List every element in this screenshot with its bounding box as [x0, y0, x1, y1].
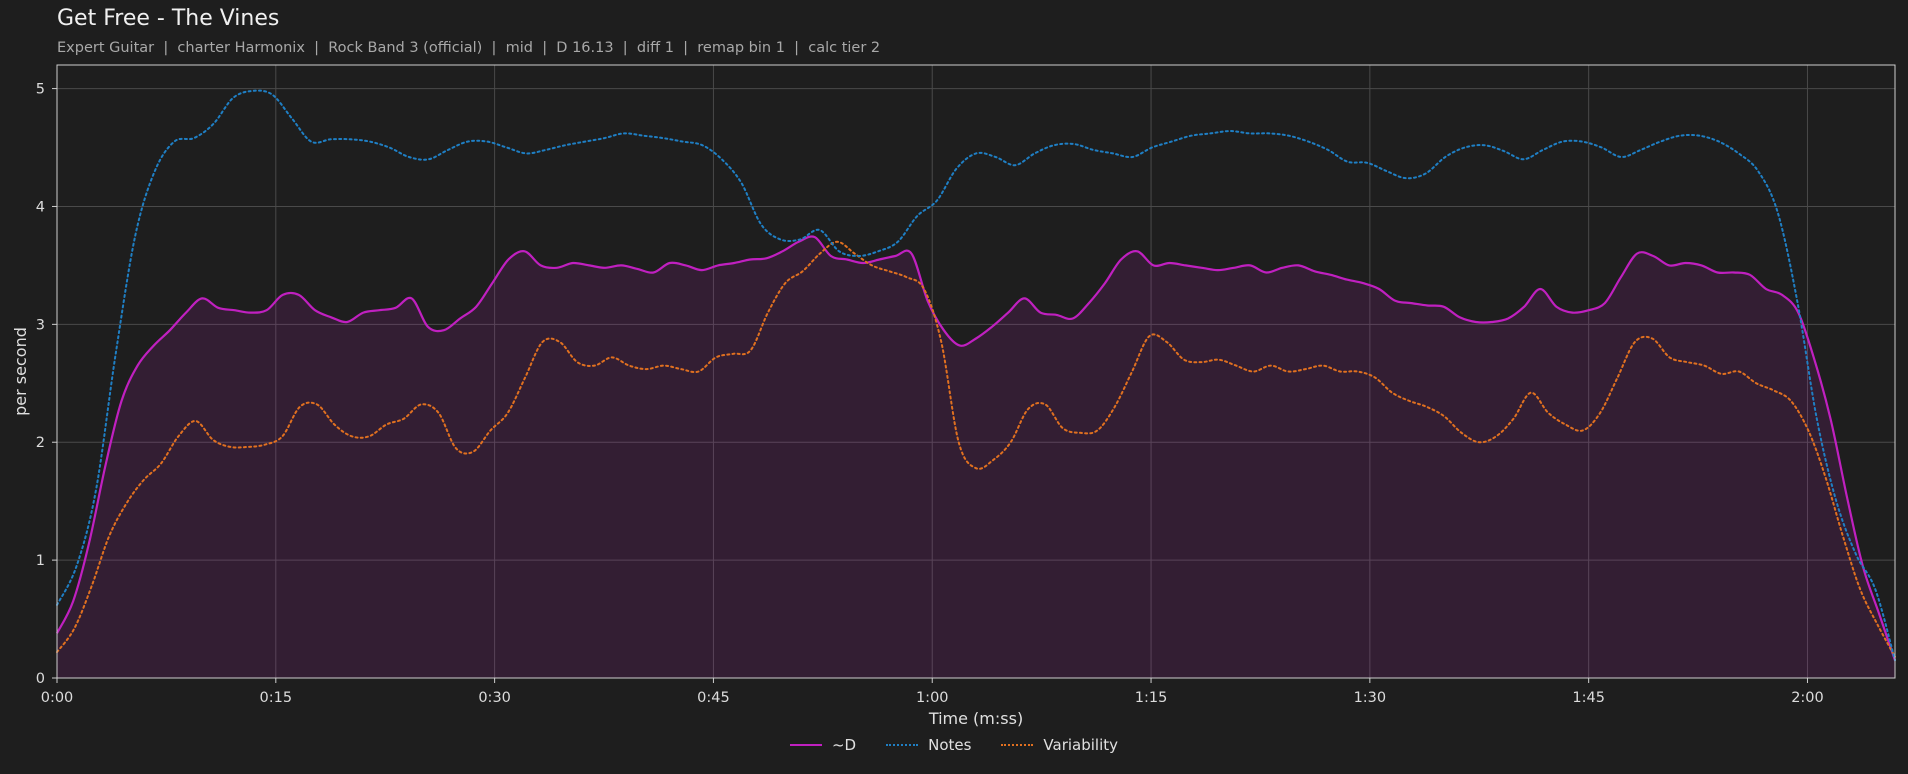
legend-label-d: ~D [831, 736, 857, 754]
legend-swatch-notes [886, 744, 919, 746]
y-tick-label: 2 [36, 435, 45, 451]
y-axis-label: per second [11, 327, 30, 416]
y-tick-label: 3 [36, 317, 45, 333]
line-chart: 0:00 0:15 0:30 0:45 1:00 1:15 1:30 1:45 2:00 0 1 2… [11, 64, 1897, 728]
legend-item-variability: Variability [1001, 736, 1118, 754]
x-tick-label: 0:45 [697, 690, 730, 706]
y-tick-label: 5 [36, 82, 45, 98]
x-tick-label: 0:30 [478, 690, 511, 706]
x-axis-label: Time (m:ss) [928, 709, 1023, 728]
x-tick-label: 1:45 [1572, 690, 1605, 706]
x-axis-ticks: 0:00 0:15 0:30 0:45 1:00 1:15 1:30 1:45 2:00 [41, 678, 1824, 706]
x-tick-label: 1:00 [916, 690, 949, 706]
series-fill-d [57, 236, 1895, 678]
legend-item-d: ~D [789, 736, 857, 754]
x-tick-label: 0:15 [260, 690, 293, 706]
y-tick-label: 4 [36, 199, 45, 215]
series-fills [57, 236, 1895, 678]
x-tick-label: 1:30 [1354, 690, 1387, 706]
x-tick-label: 2:00 [1791, 690, 1824, 706]
x-tick-label: 0:00 [41, 690, 74, 706]
y-tick-label: 0 [36, 671, 45, 687]
legend-label-variability: Variability [1043, 736, 1119, 754]
y-axis-ticks: 0 1 2 3 4 5 [36, 82, 57, 687]
legend-swatch-d [789, 744, 822, 746]
legend-item-notes: Notes [886, 736, 971, 754]
x-tick-label: 1:15 [1135, 690, 1168, 706]
y-tick-label: 1 [36, 553, 45, 569]
legend: ~D Notes Variability [0, 736, 1908, 754]
legend-swatch-variability [1001, 744, 1034, 746]
legend-label-notes: Notes [928, 736, 972, 754]
